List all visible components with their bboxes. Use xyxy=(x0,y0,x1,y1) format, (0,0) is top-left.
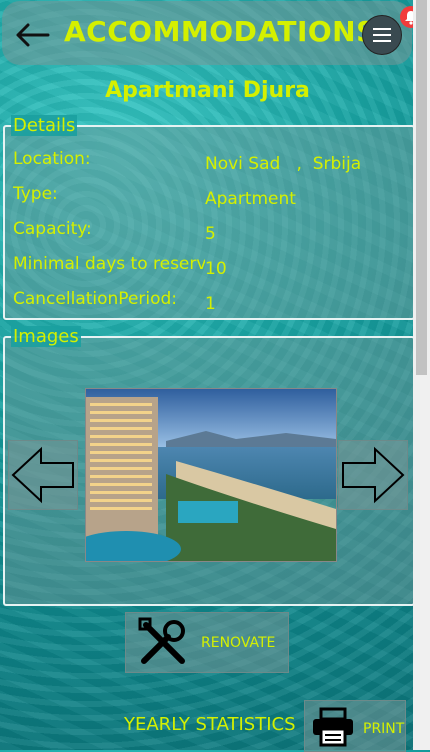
detail-row-type: Type: Apartment xyxy=(13,184,296,209)
arrow-left-icon xyxy=(16,23,50,47)
images-legend: Images xyxy=(11,326,81,347)
accommodation-name: Apartmani Djura xyxy=(105,78,310,103)
arrow-right-outline-icon xyxy=(342,446,405,504)
renovate-label: RENOVATE xyxy=(201,635,276,651)
hamburger-menu-icon xyxy=(373,28,391,30)
detail-row-capacity: Capacity: 5 xyxy=(13,219,216,244)
header-bar: ACCOMMODATIONS xyxy=(2,1,412,65)
scrollbar[interactable] xyxy=(413,0,430,750)
details-legend: Details xyxy=(11,115,78,136)
print-label: PRINT xyxy=(363,721,405,737)
details-panel: Details Location: Novi Sad , Srbija Type:… xyxy=(3,115,415,320)
arrow-left-outline-icon xyxy=(11,446,74,504)
yearly-statistics-link[interactable]: YEARLY STATISTICS xyxy=(124,714,296,735)
scrollbar-thumb[interactable] xyxy=(416,0,427,375)
menu-button[interactable] xyxy=(362,15,402,55)
print-button[interactable]: PRINT xyxy=(304,700,406,752)
previous-image-button[interactable] xyxy=(8,440,78,510)
detail-row-cancellation: CancellationPeriod: 1 xyxy=(13,289,216,314)
page-title: ACCOMMODATIONS xyxy=(64,15,377,48)
back-button[interactable] xyxy=(12,15,52,55)
detail-row-location: Location: Novi Sad , Srbija xyxy=(13,149,362,174)
accommodation-photo xyxy=(85,388,337,562)
printer-icon xyxy=(313,707,353,747)
images-panel: Images xyxy=(3,326,415,606)
detail-row-min-days: Minimal days to reserve:10 xyxy=(13,254,227,279)
next-image-button[interactable] xyxy=(338,440,408,510)
tools-icon xyxy=(138,617,185,664)
renovate-button[interactable]: RENOVATE xyxy=(125,612,289,673)
